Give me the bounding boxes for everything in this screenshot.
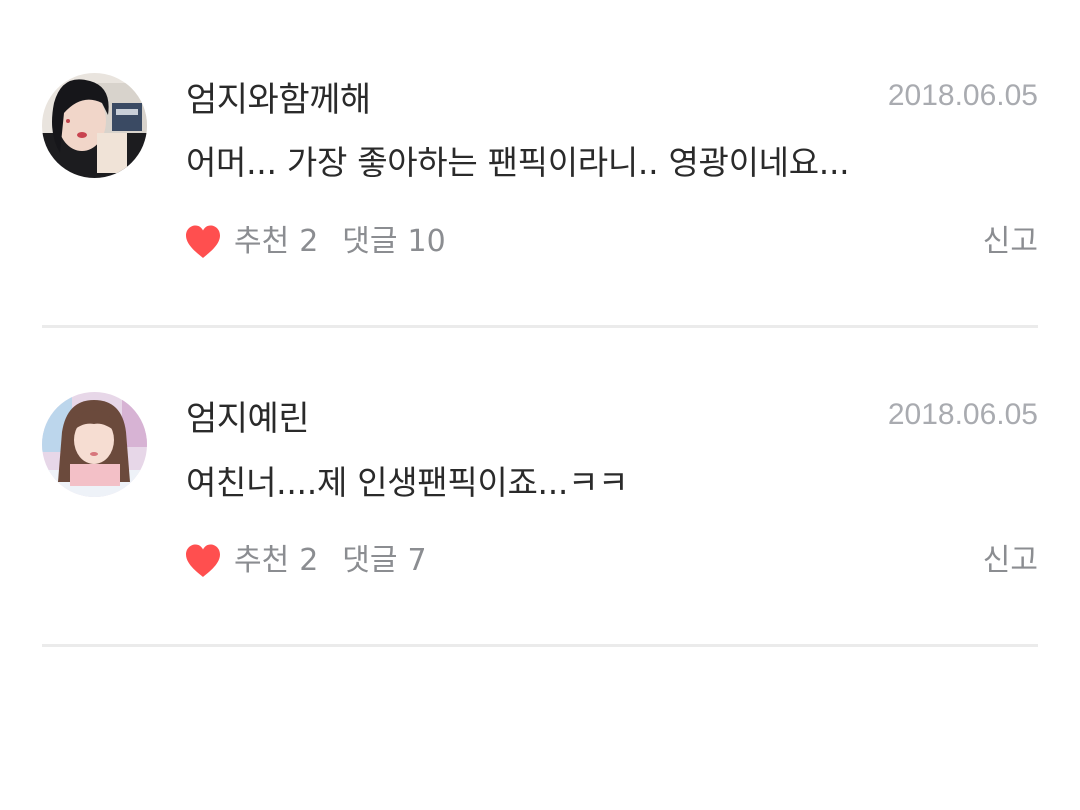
avatar[interactable] — [42, 73, 147, 178]
comment-username[interactable]: 엄지와함께해 — [186, 80, 371, 120]
reply-count: 10 — [407, 224, 446, 259]
like-label: 추천 — [234, 224, 290, 259]
avatar-image — [42, 73, 147, 178]
like-button[interactable]: 추천 2 — [184, 222, 318, 262]
report-button[interactable]: 신고 — [983, 222, 1038, 262]
like-count: 2 — [299, 224, 319, 259]
heart-icon — [184, 543, 222, 579]
avatar-image — [42, 392, 147, 497]
comment-date: 2018.06.05 — [887, 398, 1038, 431]
like-button[interactable]: 추천 2 — [184, 541, 318, 581]
reply-count: 7 — [407, 543, 427, 578]
divider — [42, 644, 1038, 647]
comment-item: 엄지예린 2018.06.05 여친너....제 인생팬픽이죠...ㅋㅋ 추천 … — [0, 320, 1080, 640]
comment-actions: 추천 2 댓글 10 — [184, 222, 446, 262]
reply-button[interactable]: 댓글 7 — [342, 541, 426, 581]
reply-label: 댓글 — [342, 543, 398, 578]
reply-button[interactable]: 댓글 10 — [342, 222, 445, 262]
comment-actions: 추천 2 댓글 7 — [184, 541, 427, 581]
like-count: 2 — [299, 543, 319, 578]
like-label: 추천 — [234, 543, 290, 578]
report-button[interactable]: 신고 — [983, 541, 1038, 581]
comment-text: 여친너....제 인생팬픽이죠...ㅋㅋ — [186, 463, 629, 502]
heart-icon — [184, 224, 222, 260]
comment-text: 어머... 가장 좋아하는 팬픽이라니.. 영광이네요... — [186, 143, 850, 182]
comment-date: 2018.06.05 — [887, 79, 1038, 112]
comment-item: 엄지와함께해 2018.06.05 어머... 가장 좋아하는 팬픽이라니.. … — [0, 0, 1080, 320]
comment-username[interactable]: 엄지예린 — [186, 399, 310, 439]
avatar[interactable] — [42, 392, 147, 497]
reply-label: 댓글 — [342, 224, 398, 259]
